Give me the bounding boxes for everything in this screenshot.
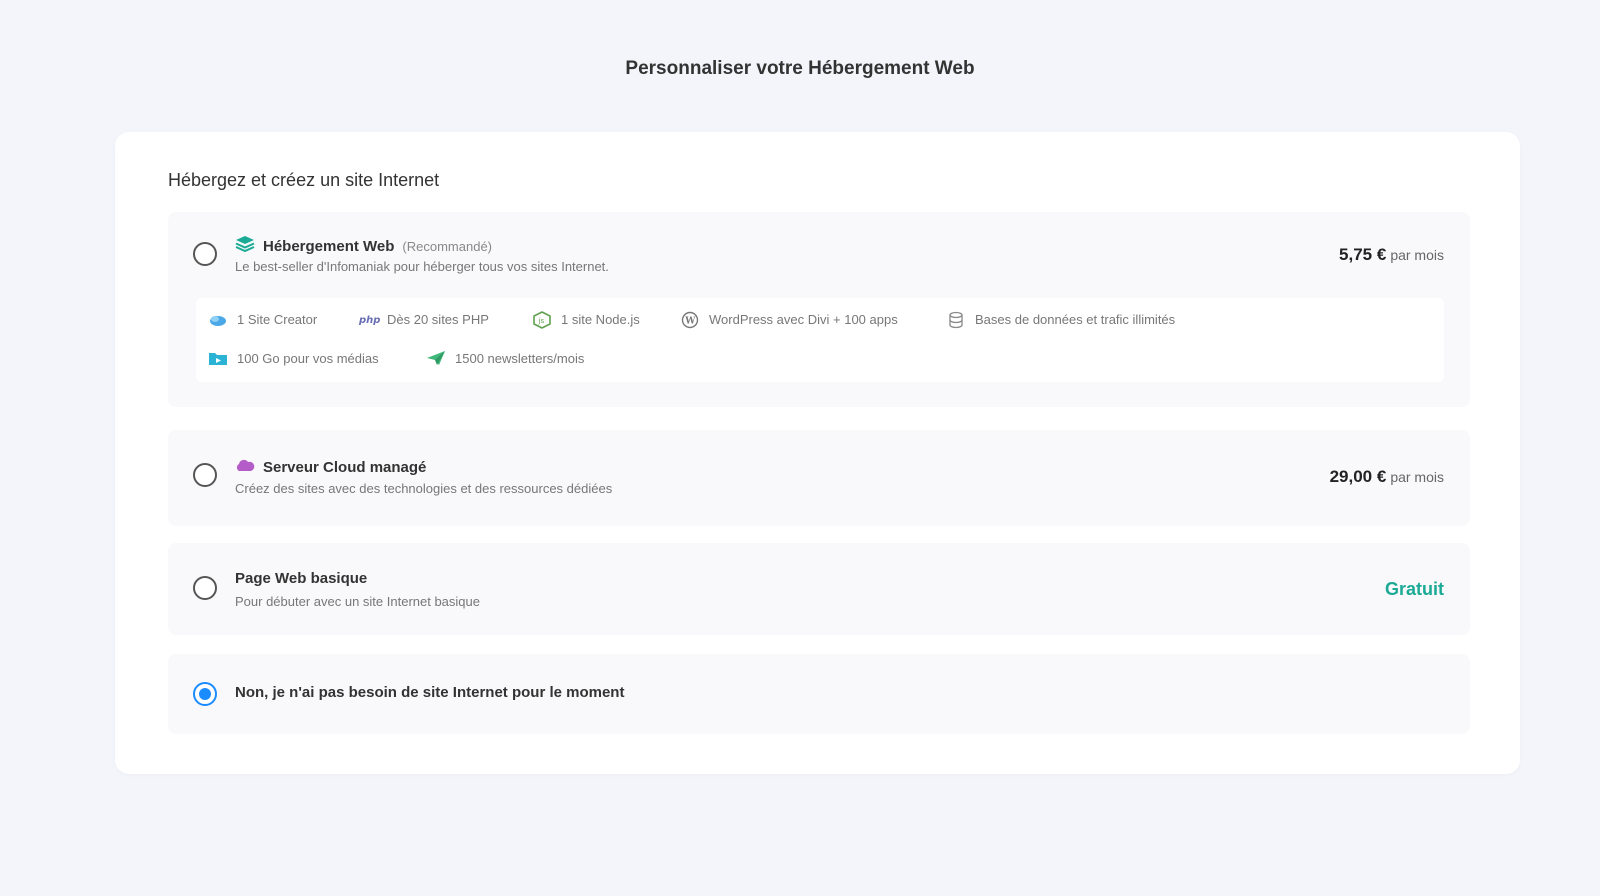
option-title: Page Web basique [235,570,368,587]
option-price: 5,75 € par mois [1339,245,1444,265]
section-title: Hébergez et créez un site Internet [168,170,440,190]
price-value: 5,75 € [1339,245,1387,264]
svg-text:W: W [684,317,696,327]
features-box: 1 Site Creator php Dès 20 sites PHP js 1… [196,298,1444,382]
price-unit: par mois [1390,247,1444,263]
hosting-options-card: Hébergez et créez un site Internet Héber… [115,132,1520,774]
php-icon: php [358,311,380,327]
feature-item: 100 Go pour vos médias [208,350,379,366]
feature-item: php Dès 20 sites PHP [358,311,489,327]
price-value: 29,00 € [1329,467,1387,486]
radio-cloud-server[interactable] [193,463,217,487]
wordpress-icon: W [680,311,700,329]
option-description: Le best-seller d'Infomaniak pour héberge… [235,259,609,274]
option-price: 29,00 € par mois [1330,467,1444,487]
feature-label: 1 site Node.js [561,311,640,327]
feature-label: WordPress avec Divi + 100 apps [709,311,898,327]
feature-item: 1 Site Creator [208,311,317,327]
option-title: Serveur Cloud managé [263,459,427,476]
feature-label: 1 Site Creator [237,311,318,327]
radio-web-hosting[interactable] [193,242,217,266]
radio-basic-page[interactable] [193,576,217,600]
option-description: Pour débuter avec un site Internet basiq… [235,594,480,609]
svg-text:php: php [358,315,380,326]
option-no-website[interactable]: Non, je n'ai pas besoin de site Internet… [168,654,1470,734]
option-cloud-server[interactable]: Serveur Cloud managé Créez des sites ave… [168,430,1470,526]
option-price-free: Gratuit [1384,579,1444,599]
recommended-tag: (Recommandé) [402,239,493,254]
option-description: Créez des sites avec des technologies et… [235,481,613,496]
option-basic-page[interactable]: Page Web basique Pour débuter avec un si… [168,543,1470,635]
page-title: Personnaliser votre Hébergement Web [625,58,975,79]
option-title: Non, je n'ai pas besoin de site Internet… [235,684,625,701]
feature-item: 1500 newsletters/mois [426,350,584,366]
feature-label: Bases de données et trafic illimités [975,311,1176,327]
feature-label: 1500 newsletters/mois [455,350,585,366]
nodejs-icon: js [532,311,552,329]
feature-item: Bases de données et trafic illimités [946,311,1176,329]
feature-item: W WordPress avec Divi + 100 apps [680,311,898,329]
media-folder-icon [208,350,228,366]
option-title: Hébergement Web [263,238,395,255]
paper-plane-icon [426,350,446,366]
database-icon [946,311,966,329]
feature-label: 100 Go pour vos médias [237,350,379,366]
cloud-icon [235,457,255,478]
stack-icon [235,235,255,258]
feature-label: Dès 20 sites PHP [387,311,489,327]
option-web-hosting[interactable]: Hébergement Web (Recommandé) Le best-sel… [168,212,1470,407]
svg-text:js: js [538,317,545,325]
feature-item: js 1 site Node.js [532,311,640,329]
price-unit: par mois [1390,469,1444,485]
radio-no-website[interactable] [193,682,217,706]
site-creator-icon [208,311,228,327]
